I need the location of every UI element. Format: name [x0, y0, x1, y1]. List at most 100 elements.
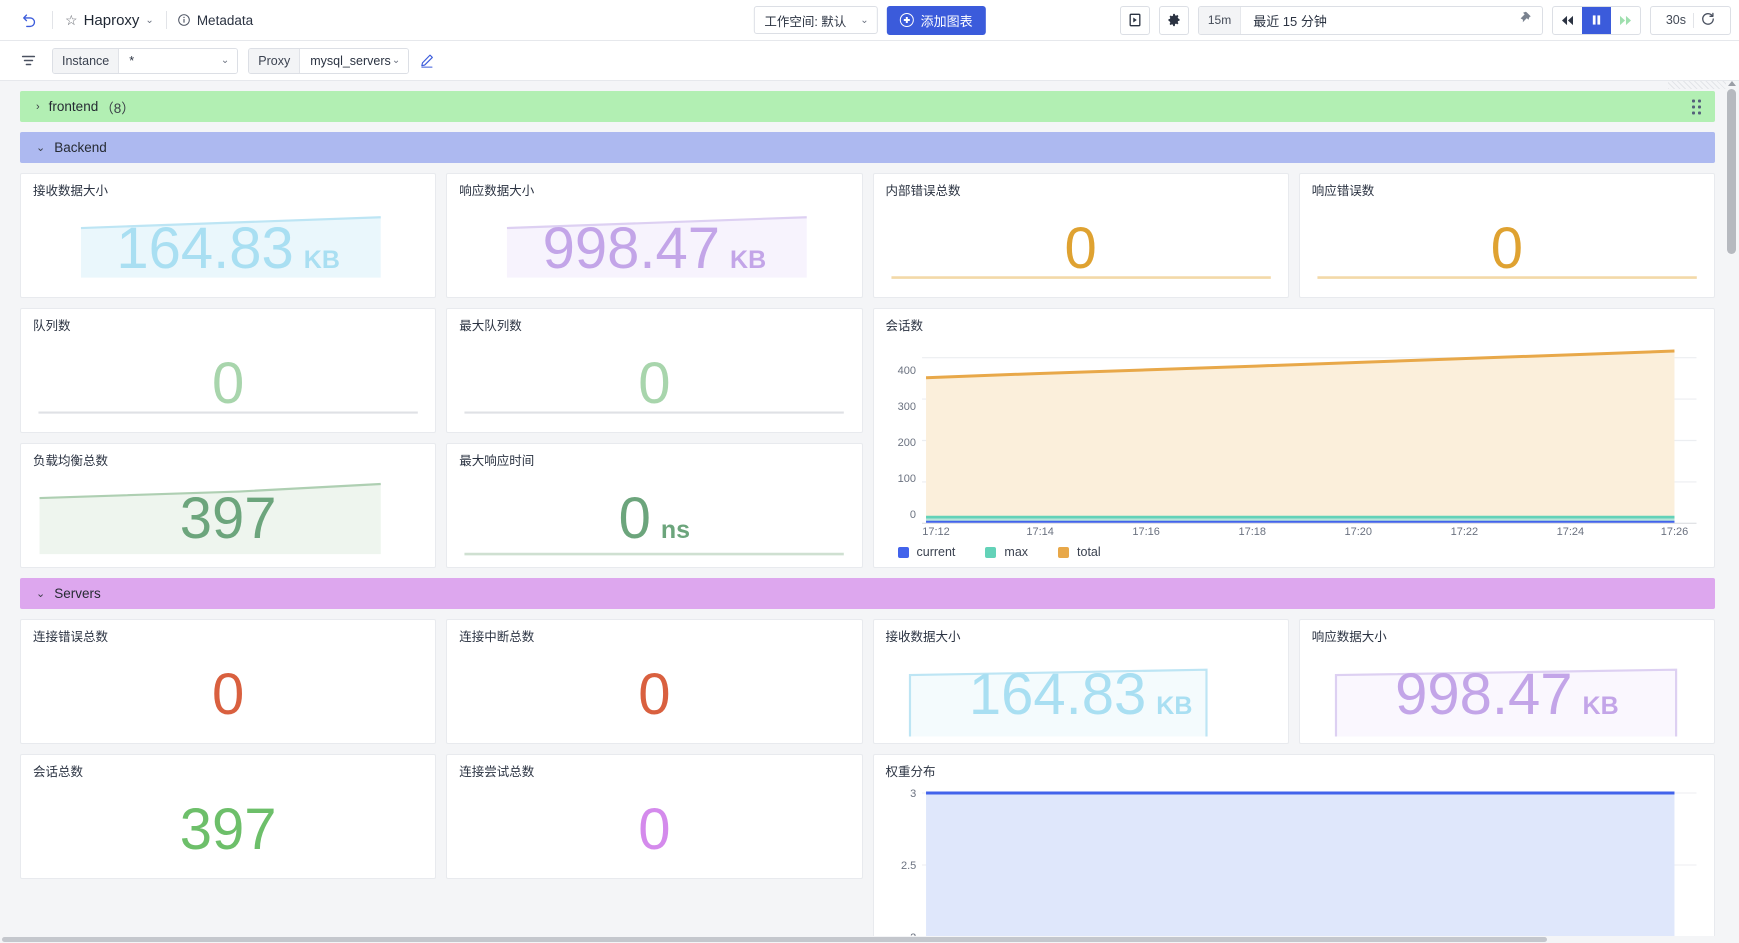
add-chart-label: 添加图表 [920, 13, 973, 29]
panel-title: 响应数据大小 [1311, 630, 1387, 644]
svg-text:17:26: 17:26 [1660, 526, 1688, 538]
undo-arrow-icon[interactable] [14, 6, 42, 34]
stat-value-group: 998.47 KB [543, 219, 767, 278]
chart-legend: current max total [897, 545, 1101, 559]
legend-swatch [897, 546, 909, 558]
svg-text:17:24: 17:24 [1556, 526, 1584, 538]
svg-text:2.5: 2.5 [900, 860, 915, 872]
pause-icon[interactable] [1581, 6, 1611, 34]
star-icon[interactable]: ☆ [65, 12, 78, 29]
stat-unit: KB [303, 245, 340, 274]
fast-forward-icon[interactable] [1611, 7, 1640, 34]
refresh-icon[interactable] [1694, 12, 1722, 29]
chevron-down-icon[interactable]: ⌄ [36, 587, 45, 600]
panel-servers-received-bytes[interactable]: 接收数据大小 164.83 KB [872, 619, 1289, 744]
toolbar-left-group: ☆ Haproxy ⌄ Metadata [14, 6, 253, 34]
legend-label: total [1077, 545, 1101, 559]
chart-area: 400 300 200 100 0 17:12 17:14 17:16 17:1… [874, 337, 1715, 567]
stat-value-group: 164.83 KB [969, 665, 1193, 724]
board-resize-grip[interactable] [1668, 81, 1726, 89]
toolbar-right-group: 15m 最近 15 分钟 30s [1119, 5, 1731, 35]
svg-text:17:20: 17:20 [1344, 526, 1372, 538]
filter-instance[interactable]: Instance * ⌄ [52, 47, 239, 74]
panel-title: 连接中断总数 [459, 630, 535, 644]
stat-wrapper: 397 [21, 781, 435, 878]
panel-response-bytes[interactable]: 响应数据大小 998.47 KB [446, 173, 863, 298]
svg-text:17:16: 17:16 [1132, 526, 1160, 538]
panel-total-connection-attempts[interactable]: 连接尝试总数 0 [446, 754, 863, 879]
chevron-down-icon[interactable]: ⌄ [36, 141, 45, 154]
stat-wrapper: 0 [21, 646, 435, 743]
filter-proxy[interactable]: Proxy mysql_servers ⌄ [248, 47, 410, 74]
info-circle-icon [178, 14, 190, 26]
panel-sessions-chart[interactable]: 会话数 400 300 200 100 0 17:12 17:14 17:16 … [872, 308, 1715, 568]
metadata-link[interactable]: Metadata [177, 13, 253, 28]
filter-instance-value-text: * [129, 53, 135, 68]
scroll-up-arrow-icon[interactable] [1728, 81, 1736, 86]
stat-unit: KB [730, 245, 767, 274]
panel-max-response-time[interactable]: 最大响应时间 0 ns [446, 443, 863, 568]
panel-total-sessions[interactable]: 会话总数 397 [20, 754, 437, 879]
backend-panel-grid: 接收数据大小 164.83 KB 响应数据大小 998.47 KB 内部错误总数… [20, 173, 1715, 568]
panel-total-load-balanced[interactable]: 负载均衡总数 397 [20, 443, 437, 568]
panel-servers-response-bytes[interactable]: 响应数据大小 998.47 KB [1298, 619, 1715, 744]
filter-instance-label: Instance [53, 48, 120, 73]
stat-value-group: 0 [638, 796, 671, 862]
filter-proxy-value[interactable]: mysql_servers ⌄ [300, 48, 409, 73]
filter-instance-value[interactable]: * ⌄ [119, 48, 238, 73]
panel-title: 连接尝试总数 [459, 765, 535, 779]
panel-internal-errors[interactable]: 内部错误总数 0 [872, 173, 1289, 298]
horizontal-scrollbar[interactable] [0, 936, 1739, 943]
gear-icon [1168, 13, 1180, 27]
refresh-interval-label[interactable]: 30s [1659, 13, 1693, 27]
scrollbar-thumb[interactable] [2, 937, 1547, 942]
stat-value: 0 [638, 796, 671, 862]
time-interval-chip[interactable]: 15m [1198, 6, 1242, 34]
scrollbar-thumb[interactable] [1727, 89, 1736, 254]
settings-button[interactable] [1158, 5, 1189, 35]
svg-text:200: 200 [897, 437, 915, 449]
legend-item-total[interactable]: total [1058, 545, 1101, 559]
divider [165, 11, 167, 29]
legend-item-max[interactable]: max [985, 545, 1028, 559]
servers-panel-grid: 连接错误总数 0 连接中断总数 0 接收数据大小 164.83 KB 响应数据大… [20, 619, 1715, 943]
stat-value: 998.47 [1395, 661, 1573, 727]
svg-text:0: 0 [909, 509, 915, 521]
legend-item-current[interactable]: current [897, 545, 955, 559]
page-title: Haproxy [83, 11, 140, 29]
section-header-servers[interactable]: ⌄ Servers [20, 578, 1715, 609]
panel-response-errors[interactable]: 响应错误数 0 [1298, 173, 1715, 298]
presentation-mode-button[interactable] [1119, 5, 1150, 35]
chevron-down-icon: ⌄ [860, 14, 869, 26]
panel-received-bytes[interactable]: 接收数据大小 164.83 KB [20, 173, 437, 298]
drag-handle-icon[interactable] [1692, 99, 1701, 114]
chevron-right-icon[interactable]: › [36, 101, 40, 113]
top-toolbar: ☆ Haproxy ⌄ Metadata 工作空间: 默认 ⌄ 添加图表 15m… [0, 0, 1739, 41]
divider [52, 11, 53, 29]
dashboard-title-menu[interactable]: ☆ Haproxy ⌄ [63, 12, 156, 29]
stat-value-group: 0 [638, 665, 670, 724]
add-chart-button[interactable]: 添加图表 [886, 5, 986, 35]
rewind-icon[interactable] [1553, 7, 1582, 34]
time-range-label[interactable]: 最近 15 分钟 [1241, 11, 1518, 30]
pencil-icon[interactable] [419, 53, 435, 69]
vertical-scrollbar[interactable] [1726, 81, 1737, 943]
svg-text:17:18: 17:18 [1238, 526, 1266, 538]
workspace-select[interactable]: 工作空间: 默认 ⌄ [753, 6, 878, 34]
panel-title: 队列数 [33, 319, 71, 333]
panel-connection-aborts[interactable]: 连接中断总数 0 [446, 619, 863, 744]
section-header-backend[interactable]: ⌄ Backend [20, 132, 1715, 163]
time-range-picker[interactable]: 15m 最近 15 分钟 [1197, 5, 1543, 35]
section-header-frontend[interactable]: › frontend （8） [20, 91, 1715, 122]
panel-connection-errors[interactable]: 连接错误总数 0 [20, 619, 437, 744]
plus-circle-icon [899, 13, 914, 27]
stat-value-group: 0 [212, 665, 244, 724]
filter-icon[interactable] [14, 47, 42, 75]
legend-swatch [985, 546, 997, 558]
panel-weight-distribution-chart[interactable]: 权重分布 3 2.5 [872, 754, 1715, 943]
panel-queue-count[interactable]: 队列数 0 [20, 308, 437, 433]
panel-max-queue-count[interactable]: 最大队列数 0 [446, 308, 863, 433]
panel-title: 会话数 [885, 319, 924, 333]
chevron-down-icon[interactable]: ⌄ [145, 15, 153, 26]
pin-icon[interactable] [1518, 11, 1542, 30]
